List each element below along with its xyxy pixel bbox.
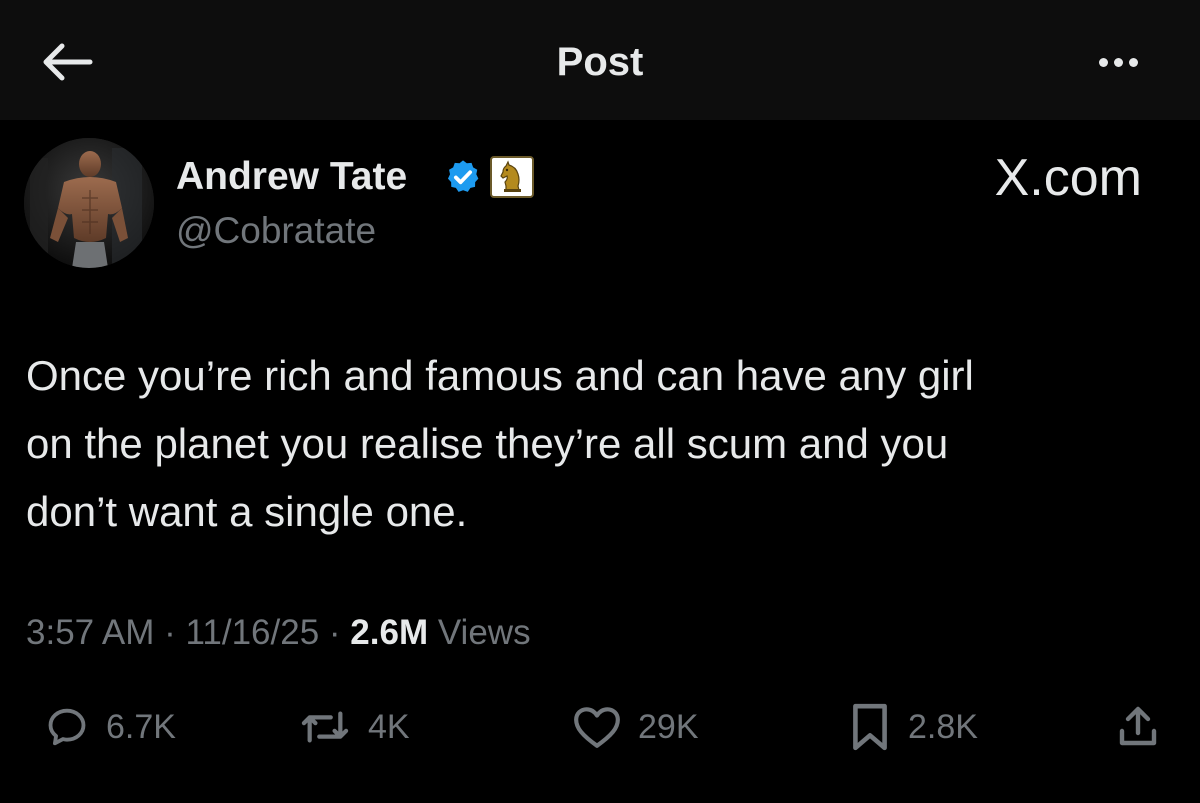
post-date[interactable]: 11/16/25: [186, 613, 320, 652]
bookmark-button[interactable]: 2.8K: [848, 700, 978, 754]
tweet-text: Once you’re rich and famous and can have…: [26, 352, 974, 535]
x-com-watermark: X.com: [994, 149, 1142, 207]
author-handle[interactable]: @Cobratate: [176, 208, 376, 254]
reply-count: 6.7K: [106, 708, 176, 746]
arrow-left-icon: [43, 43, 93, 81]
avatar-image: [24, 138, 154, 268]
views-label[interactable]: Views: [438, 613, 531, 652]
more-icon-dot: [1113, 57, 1123, 67]
bookmark-count: 2.8K: [908, 708, 978, 746]
page-title: Post: [556, 40, 644, 84]
top-bar: Post: [0, 0, 1200, 120]
back-button[interactable]: [36, 36, 96, 88]
repost-count: 4K: [368, 708, 410, 746]
avatar[interactable]: [24, 138, 154, 268]
bookmark-icon: [853, 703, 887, 751]
repost-button[interactable]: 4K: [298, 700, 410, 754]
more-icon-dot: [1128, 57, 1138, 67]
more-options-button[interactable]: [1088, 40, 1148, 84]
post-meta: 3:57 AM · 11/16/25 · 2.6M Views: [26, 610, 531, 656]
chess-knight-icon: [500, 160, 521, 192]
affiliate-badge[interactable]: [490, 156, 534, 198]
reply-icon: [48, 708, 86, 746]
repost-icon: [301, 711, 349, 743]
post-time[interactable]: 3:57 AM: [26, 613, 154, 652]
verified-badge-icon: [447, 160, 479, 192]
views-count[interactable]: 2.6M: [350, 613, 428, 652]
author-name[interactable]: Andrew Tate: [176, 154, 407, 200]
reply-button[interactable]: 6.7K: [44, 700, 176, 754]
like-button[interactable]: 29K: [572, 700, 699, 754]
share-icon: [1119, 706, 1157, 746]
heart-icon: [574, 707, 620, 748]
post-page: Post Andrew Tate @Cobratate X.com Once y…: [0, 0, 1200, 803]
share-button[interactable]: [1114, 700, 1162, 754]
like-count: 29K: [638, 708, 699, 746]
meta-separator: ·: [154, 613, 186, 652]
more-icon: [1098, 57, 1108, 67]
meta-separator: ·: [319, 613, 351, 652]
